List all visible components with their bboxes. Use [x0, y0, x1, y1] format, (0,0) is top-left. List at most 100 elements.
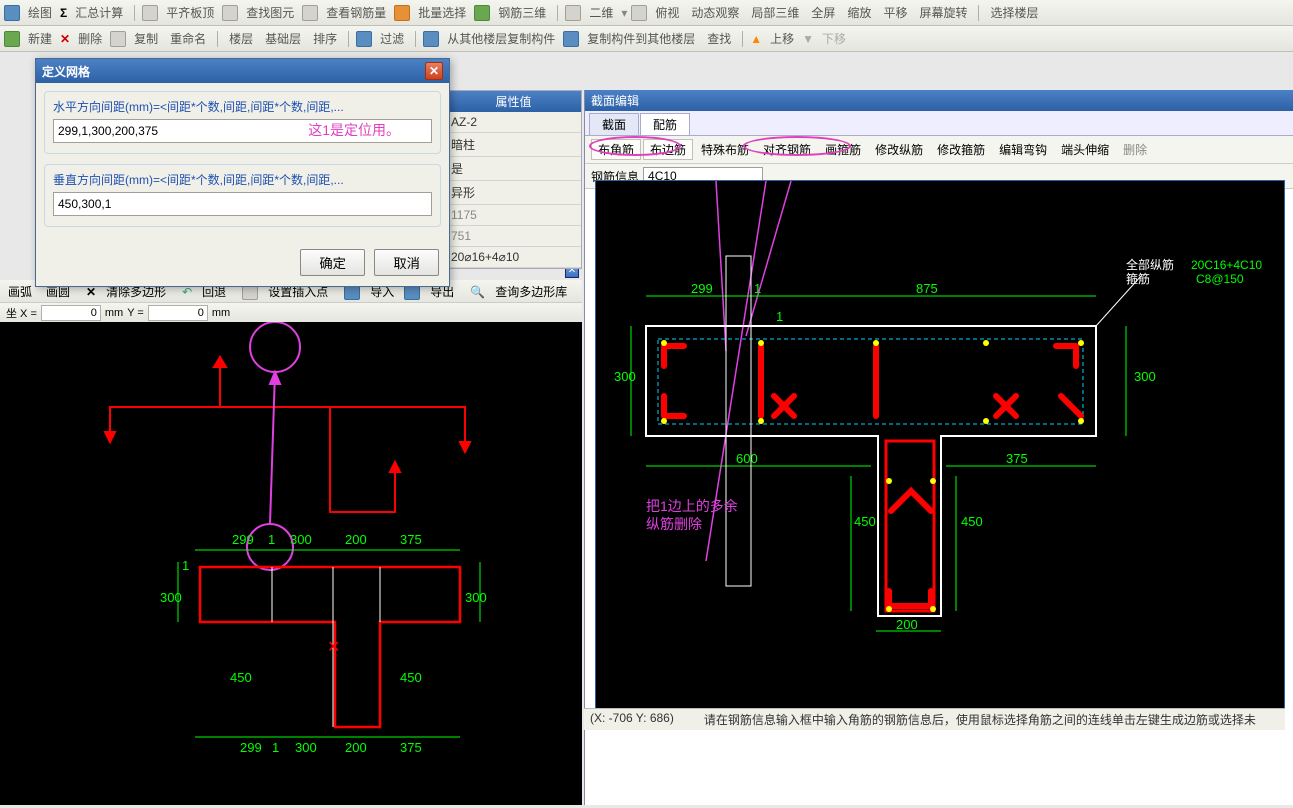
tab-rebar[interactable]: 配筋: [640, 113, 690, 135]
tb-up[interactable]: 上移: [766, 28, 798, 49]
dim-top-299: 299: [232, 532, 254, 547]
copy-from-icon: [423, 31, 439, 47]
mod-stirrup-btn[interactable]: 修改箍筋: [931, 140, 991, 159]
tb-rotate[interactable]: 屏幕旋转: [915, 2, 971, 23]
tb-down[interactable]: 下移: [818, 28, 850, 49]
coord-x-input[interactable]: [41, 305, 101, 321]
prop-row[interactable]: AZ-2: [446, 112, 581, 133]
prop-row[interactable]: 20⌀16+4⌀10: [446, 247, 581, 268]
tb-local3d[interactable]: 局部三维: [747, 2, 803, 23]
rd-375: 375: [1006, 451, 1028, 466]
rd-600: 600: [736, 451, 758, 466]
tb-select-floor[interactable]: 选择楼层: [986, 2, 1042, 23]
prop-row[interactable]: 异形: [446, 181, 581, 205]
tb-delete[interactable]: 删除: [74, 28, 106, 49]
dialog-title-text: 定义网格: [42, 63, 90, 80]
align-icon: [142, 5, 158, 21]
copy-icon: [110, 31, 126, 47]
tb-floor[interactable]: 楼层: [225, 28, 257, 49]
dim-b-200: 200: [345, 740, 367, 755]
dim-b-1: 1: [272, 740, 279, 755]
main-toolbar-2: 新建 ✕ 删除 复制 重命名 楼层 基础层 排序 过滤 从其他楼层复制构件 复制…: [0, 26, 1293, 52]
dim-b-375: 375: [400, 740, 422, 755]
tb-zoom[interactable]: 缩放: [843, 2, 875, 23]
rd-l450: 450: [854, 514, 876, 529]
cross-mark: ✕: [327, 639, 340, 656]
tb-draw[interactable]: 绘图: [24, 2, 56, 23]
ok-button[interactable]: 确定: [300, 249, 365, 276]
draw-stirrup-btn[interactable]: 画箍筋: [819, 140, 867, 159]
tb-base[interactable]: 基础层: [261, 28, 305, 49]
tb-topview[interactable]: 俯视: [651, 2, 683, 23]
legend-l2: C8@150: [1196, 272, 1244, 286]
status-coord: (X: -706 Y: 686): [590, 711, 674, 728]
corner-rebar-btn[interactable]: 布角筋: [591, 139, 641, 160]
arc-btn[interactable]: 画弧: [4, 282, 36, 301]
legend-stirrup: 箍筋: [1126, 271, 1150, 286]
rd-m1: 1: [776, 309, 783, 324]
dim-tick: 1: [182, 558, 189, 573]
tb-find[interactable]: 查找图元: [242, 2, 298, 23]
2d-icon: [565, 5, 581, 21]
tb-rename[interactable]: 重命名: [166, 28, 210, 49]
rd-l300: 300: [614, 369, 636, 384]
prop-row[interactable]: 1175: [446, 205, 581, 226]
tb-calc[interactable]: 汇总计算: [71, 2, 127, 23]
tb-sort[interactable]: 排序: [309, 28, 341, 49]
tb-align-top[interactable]: 平齐板顶: [162, 2, 218, 23]
rd-200: 200: [896, 617, 918, 632]
close-icon[interactable]: ✕: [425, 62, 443, 80]
prop-row[interactable]: 暗柱: [446, 133, 581, 157]
tb-view-rebar[interactable]: 查看钢筋量: [322, 2, 390, 23]
end-ext-btn[interactable]: 端头伸缩: [1055, 140, 1115, 159]
del-note-l2: 纵筋删除: [646, 516, 702, 532]
tb-copyfrom[interactable]: 从其他楼层复制构件: [443, 28, 559, 49]
mod-long-btn[interactable]: 修改纵筋: [869, 140, 929, 159]
right-drawing-canvas[interactable]: 299 1 875 1 300 300 600 375 450 450 200: [595, 180, 1285, 710]
copy-to-icon: [563, 31, 579, 47]
special-rebar-btn[interactable]: 特殊布筋: [695, 140, 755, 159]
tb-orbit[interactable]: 动态观察: [687, 2, 743, 23]
tabstrip: 截面 配筋: [585, 111, 1293, 136]
draw-icon: [4, 5, 20, 21]
v-spacing-input[interactable]: [53, 192, 432, 216]
property-panel: 属性值 AZ-2 暗柱 是 异形 1175 751 20⌀16+4⌀10: [445, 90, 582, 269]
v-spacing-label: 垂直方向间距(mm)=<间距*个数,间距,间距*个数,间距,...: [53, 171, 432, 188]
tb-full[interactable]: 全屏: [807, 2, 839, 23]
tb-copy[interactable]: 复制: [130, 28, 162, 49]
rd-r300: 300: [1134, 369, 1156, 384]
tb-copyto[interactable]: 复制构件到其他楼层: [583, 28, 699, 49]
rd-r450: 450: [961, 514, 983, 529]
tb-pan[interactable]: 平移: [879, 2, 911, 23]
status-bar: (X: -706 Y: 686) 请在钢筋信息输入框中输入角筋的钢筋信息后，使用…: [584, 708, 1285, 730]
tb-new[interactable]: 新建: [24, 28, 56, 49]
rebar-toolbar: 布角筋 布边筋 特殊布筋 对齐钢筋 画箍筋 修改纵筋 修改箍筋 编辑弯钩 端头伸…: [585, 136, 1293, 164]
dim-b-300: 300: [295, 740, 317, 755]
left-drawing-canvas[interactable]: 299 1 300 200 375 300 300 1 450 450 299 …: [0, 322, 582, 805]
dim-l450: 450: [230, 670, 252, 685]
tb-2d[interactable]: 二维: [585, 2, 617, 23]
edit-hook-btn[interactable]: 编辑弯钩: [993, 140, 1053, 159]
edge-rebar-btn[interactable]: 布边筋: [643, 139, 693, 160]
dim-b-299: 299: [240, 740, 262, 755]
prop-row[interactable]: 是: [446, 157, 581, 181]
tb-filter[interactable]: 过滤: [376, 28, 408, 49]
delete-rebar-btn[interactable]: 删除: [1117, 140, 1153, 159]
align-rebar-btn[interactable]: 对齐钢筋: [757, 140, 817, 159]
coord-bar: 坐 X = mm Y = mm: [0, 302, 582, 323]
legend-l1: 20C16+4C10: [1191, 258, 1262, 272]
coord-x-label: 坐 X =: [6, 305, 37, 321]
tb-3d[interactable]: 钢筋三维: [494, 2, 550, 23]
tab-section[interactable]: 截面: [589, 113, 639, 135]
right-svg: 299 1 875 1 300 300 600 375 450 450 200: [596, 181, 1286, 711]
main-toolbar-1: 绘图 Σ 汇总计算 平齐板顶 查找图元 查看钢筋量 批量选择 钢筋三维 二维 ▾…: [0, 0, 1293, 26]
tb-search[interactable]: 查找: [703, 28, 735, 49]
dialog-titlebar[interactable]: 定义网格 ✕: [36, 59, 449, 83]
tb-batch[interactable]: 批量选择: [414, 2, 470, 23]
coord-y-input[interactable]: [148, 305, 208, 321]
query-lib-btn[interactable]: 查询多边形库: [491, 282, 571, 301]
legend-title: 全部纵筋: [1126, 257, 1174, 272]
rd-875: 875: [916, 281, 938, 296]
cancel-button[interactable]: 取消: [374, 249, 439, 276]
prop-row[interactable]: 751: [446, 226, 581, 247]
